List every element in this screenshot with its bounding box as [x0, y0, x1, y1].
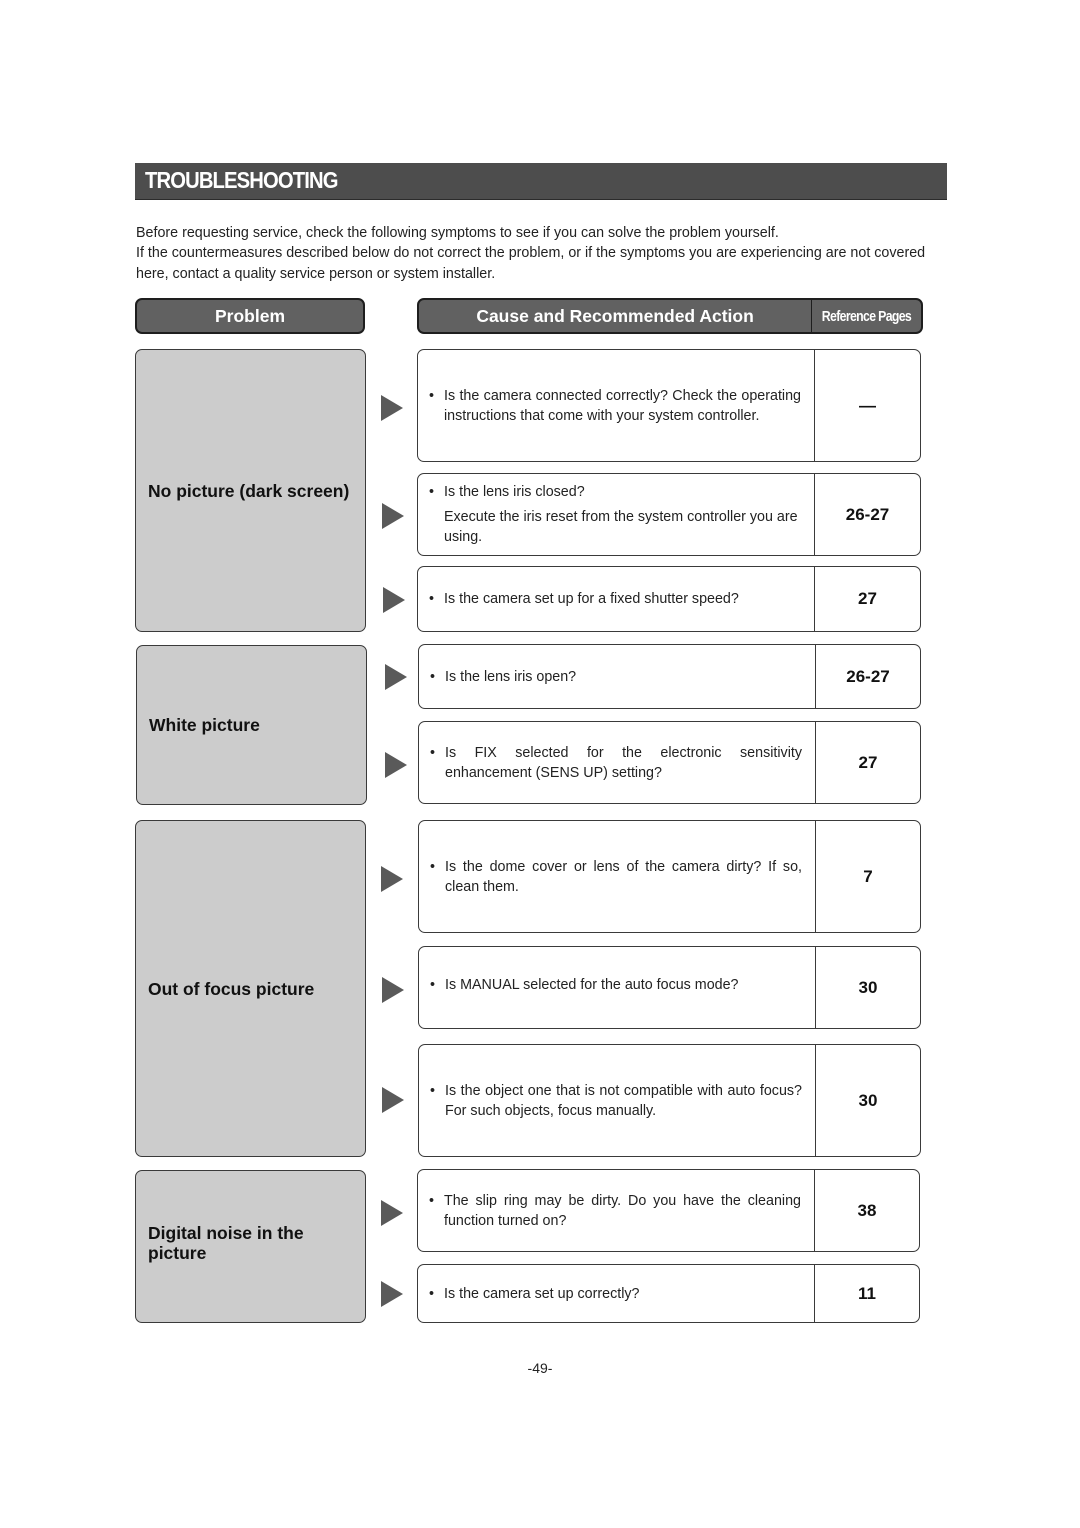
- cause-question: Is the lens iris open?: [445, 668, 577, 685]
- reference-pages: 27: [858, 752, 878, 772]
- arrow-right-icon: [381, 1281, 403, 1307]
- reference-pages: 38: [857, 1200, 877, 1220]
- bullet-icon: •: [429, 484, 435, 500]
- reference-pages: 30: [858, 977, 878, 997]
- arrow-right-icon: [382, 503, 404, 529]
- bullet-icon: •: [429, 1285, 435, 1302]
- cause-header-label: Cause and Recommended Action: [419, 300, 813, 332]
- cause-text: • Is MANUAL selected for the auto focus m…: [419, 947, 816, 1028]
- cause-text: • Is the camera set up correctly?: [418, 1265, 815, 1322]
- intro-paragraph: Before requesting service, check the fol…: [136, 225, 779, 241]
- cause-question: Is the object one that is not compatible…: [445, 1082, 802, 1119]
- arrow-right-icon: [382, 977, 404, 1003]
- cause-text: • Is the lens iris open?: [419, 645, 816, 708]
- bullet-icon: •: [430, 668, 436, 685]
- reference-pages: 26-27: [845, 504, 890, 524]
- cause-row: • Is FIX selected for the electronic sens…: [418, 721, 921, 804]
- arrow-right-icon: [385, 752, 407, 778]
- cause-question: Is the lens iris closed?: [444, 484, 585, 500]
- arrow-right-icon: [385, 664, 407, 690]
- problem-header-label: Problem: [214, 305, 286, 326]
- reference-header-label: Reference Pages: [821, 307, 912, 325]
- cause-row: • Is the camera set up for a fixed shutte…: [417, 566, 921, 632]
- cause-row: • Is the dome cover or lens of the camera…: [418, 820, 921, 933]
- cause-text: • Is FIX selected for the electronic sens…: [419, 722, 816, 803]
- reference-pages: 26-27: [846, 666, 890, 686]
- bullet-icon: •: [429, 591, 435, 607]
- cause-question: Is the camera set up for a fixed shutter…: [444, 591, 739, 607]
- bullet-icon: •: [429, 1193, 435, 1209]
- bullet-icon: •: [430, 744, 436, 761]
- problem-box-out-of-focus: Out of focus picture: [135, 820, 366, 1157]
- cause-action: Execute the iris reset from the system c…: [444, 509, 798, 545]
- bullet-icon: •: [430, 977, 436, 993]
- bullet-icon: •: [430, 858, 436, 875]
- problem-label: No picture (dark screen): [148, 481, 350, 501]
- problem-column-header: Problem: [135, 298, 365, 334]
- problem-box-white-picture: White picture: [136, 645, 367, 805]
- cause-text: • The slip ring may be dirty. Do you have…: [418, 1170, 815, 1251]
- cause-question: Is the camera set up correctly?: [444, 1285, 640, 1302]
- cause-row: • Is MANUAL selected for the auto focus m…: [418, 946, 921, 1029]
- section-title-bar: TROUBLESHOOTING: [135, 163, 947, 200]
- cause-row: • Is the lens iris closed? Execute the ir…: [417, 473, 921, 556]
- bullet-icon: •: [430, 1082, 436, 1099]
- arrow-right-icon: [381, 395, 403, 421]
- cause-text: • Is the object one that is not compatibl…: [419, 1045, 816, 1156]
- cause-text: • Is the camera connected correctly? Chec…: [418, 350, 815, 461]
- cause-row: • Is the object one that is not compatibl…: [418, 1044, 921, 1157]
- problem-box-no-picture: No picture (dark screen): [135, 349, 366, 632]
- cause-row: • Is the camera set up correctly? 11: [417, 1264, 920, 1323]
- arrow-right-icon: [381, 1200, 403, 1226]
- cause-question: Is FIX selected for the electronic sensi…: [445, 744, 802, 781]
- cause-column-header: Cause and Recommended Action Reference P…: [417, 298, 923, 334]
- intro-text: Before requesting service, check the fol…: [136, 223, 951, 284]
- reference-pages: 30: [858, 1090, 878, 1110]
- cause-text: • Is the lens iris closed? Execute the ir…: [418, 474, 815, 555]
- reference-pages: 7: [863, 866, 873, 886]
- problem-label: White picture: [149, 715, 260, 735]
- bullet-icon: •: [429, 387, 435, 404]
- cause-row: • Is the camera connected correctly? Chec…: [417, 349, 921, 462]
- page-number: -49-: [527, 1360, 553, 1376]
- cause-question: Is MANUAL selected for the auto focus mo…: [445, 977, 739, 993]
- page-title: TROUBLESHOOTING: [145, 167, 338, 193]
- intro-paragraph: If the countermeasures described below d…: [136, 245, 926, 282]
- problem-box-digital-noise: Digital noise in the picture: [135, 1170, 366, 1323]
- cause-row: • The slip ring may be dirty. Do you have…: [417, 1169, 920, 1252]
- cause-question: Is the dome cover or lens of the camera …: [445, 858, 802, 895]
- cause-question: Is the camera connected correctly? Check…: [444, 387, 801, 424]
- problem-label: Out of focus picture: [148, 979, 315, 999]
- reference-pages: 11: [858, 1283, 876, 1303]
- problem-label: Digital noise in the picture: [148, 1223, 304, 1263]
- arrow-right-icon: [381, 866, 403, 892]
- reference-pages: 27: [858, 589, 877, 608]
- arrow-right-icon: [383, 587, 405, 613]
- cause-text: • Is the dome cover or lens of the camera…: [419, 821, 816, 932]
- cause-text: • Is the camera set up for a fixed shutte…: [418, 567, 815, 631]
- reference-pages: —: [859, 395, 876, 415]
- cause-question: The slip ring may be dirty. Do you have …: [444, 1193, 801, 1229]
- cause-row: • Is the lens iris open? 26-27: [418, 644, 921, 709]
- arrow-right-icon: [382, 1087, 404, 1113]
